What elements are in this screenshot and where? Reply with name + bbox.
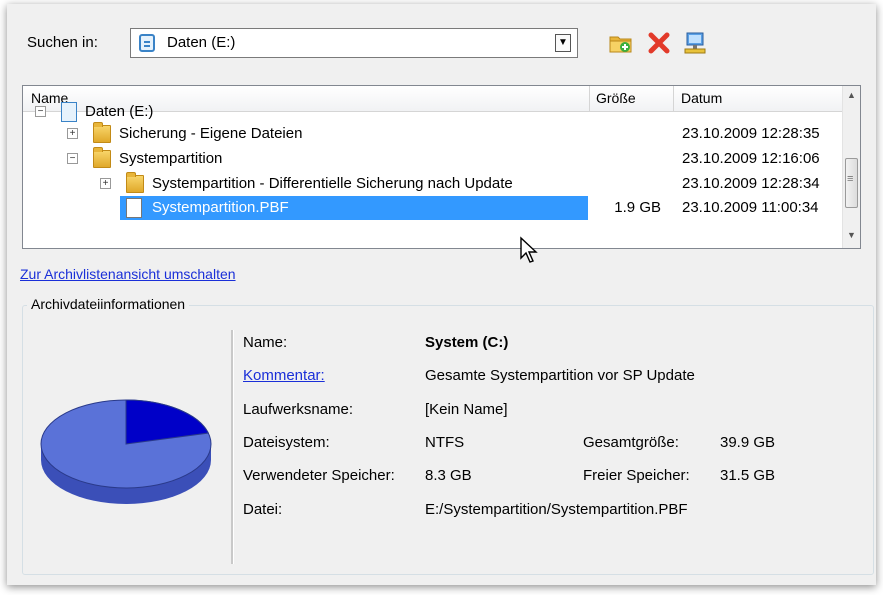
tree-row-label: Daten (E:) bbox=[85, 103, 154, 120]
collapse-icon[interactable]: − bbox=[35, 106, 46, 117]
drive-name-label: Laufwerksname: bbox=[243, 401, 354, 418]
disk-usage-pie-chart bbox=[40, 399, 212, 504]
file-path-value: E:/Systempartition/Systempartition.PBF bbox=[425, 501, 688, 518]
tree-row-label: Systempartition - Differentielle Sicheru… bbox=[152, 175, 513, 192]
folder-icon bbox=[93, 122, 111, 143]
free-space-label: Freier Speicher: bbox=[583, 467, 690, 484]
drive-icon bbox=[139, 34, 155, 52]
dropdown-arrow-icon[interactable]: ▼ bbox=[555, 34, 571, 52]
tree-row-differentielle[interactable]: + Systempartition - Differentielle Siche… bbox=[23, 172, 845, 196]
expand-icon[interactable]: + bbox=[100, 178, 111, 189]
delete-icon[interactable] bbox=[646, 30, 672, 56]
tree-row-sicherung[interactable]: + Sicherung - Eigene Dateien 23.10.2009 … bbox=[23, 122, 845, 146]
filesystem-value: NTFS bbox=[425, 434, 465, 451]
expand-icon[interactable]: + bbox=[67, 128, 78, 139]
archive-info-legend: Archivdateiinformationen bbox=[27, 296, 190, 312]
vertical-scrollbar[interactable]: ▲ ▼ bbox=[842, 86, 860, 248]
collapse-icon[interactable]: − bbox=[67, 153, 78, 164]
tree-row-drive[interactable]: − Daten (E:) bbox=[23, 100, 845, 124]
filesystem-label: Dateisystem: bbox=[243, 434, 330, 451]
folder-icon bbox=[126, 172, 144, 193]
lookin-value: Daten (E:) bbox=[167, 34, 236, 51]
drive-name-value: [Kein Name] bbox=[425, 401, 508, 418]
scroll-down-arrow-icon[interactable]: ▼ bbox=[845, 230, 858, 244]
tree-row-label: Systempartition.PBF bbox=[152, 199, 289, 216]
tree-row-size: 1.9 GB bbox=[614, 199, 661, 216]
lookin-combobox[interactable]: Daten (E:) ▼ bbox=[130, 28, 578, 58]
tree-row-systempartition[interactable]: − Systempartition 23.10.2009 12:16:06 bbox=[23, 147, 845, 171]
lookin-label: Suchen in: bbox=[27, 34, 98, 51]
switch-to-archive-list-link[interactable]: Zur Archivlistenansicht umschalten bbox=[20, 266, 236, 282]
comment-link[interactable]: Kommentar: bbox=[243, 367, 325, 384]
drive-icon bbox=[61, 102, 77, 122]
mouse-cursor-icon bbox=[520, 236, 538, 263]
total-size-label: Gesamtgröße: bbox=[583, 434, 679, 451]
archive-tree[interactable]: Name Größe Datum − Daten (E:) + Sicherun… bbox=[22, 85, 861, 249]
tree-row-date: 23.10.2009 11:00:34 bbox=[682, 199, 819, 216]
tree-row-selected-file[interactable]: Systempartition.PBF 1.9 GB 23.10.2009 11… bbox=[23, 196, 845, 220]
tree-row-date: 23.10.2009 12:28:35 bbox=[682, 125, 820, 142]
used-space-label: Verwendeter Speicher: bbox=[243, 467, 395, 484]
archive-dialog: Suchen in: Daten (E:) ▼ Name Größe Datum… bbox=[7, 4, 876, 585]
scroll-up-arrow-icon[interactable]: ▲ bbox=[845, 90, 858, 104]
name-value: System (C:) bbox=[425, 334, 509, 351]
tree-row-date: 23.10.2009 12:16:06 bbox=[682, 150, 820, 167]
free-space-value: 31.5 GB bbox=[720, 467, 776, 484]
info-divider bbox=[231, 330, 234, 564]
network-drive-icon[interactable] bbox=[682, 30, 708, 56]
folder-icon bbox=[93, 147, 111, 168]
scroll-thumb[interactable] bbox=[845, 158, 858, 208]
total-size-value: 39.9 GB bbox=[720, 434, 776, 451]
tree-row-label: Systempartition bbox=[119, 150, 223, 167]
comment-value: Gesamte Systempartition vor SP Update bbox=[425, 367, 695, 384]
used-space-value: 8.3 GB bbox=[425, 467, 472, 484]
name-label: Name: bbox=[243, 334, 288, 351]
pbf-file-icon bbox=[126, 198, 142, 218]
new-folder-icon[interactable] bbox=[608, 30, 634, 56]
file-label: Datei: bbox=[243, 501, 283, 518]
tree-row-label: Sicherung - Eigene Dateien bbox=[119, 125, 303, 142]
tree-row-date: 23.10.2009 12:28:34 bbox=[682, 175, 820, 192]
